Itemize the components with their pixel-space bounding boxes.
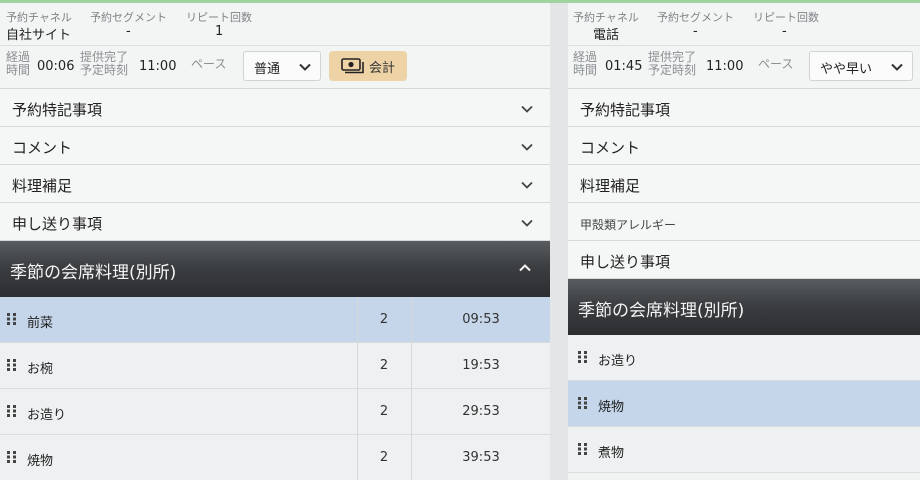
channel-value: 電話 bbox=[593, 28, 620, 43]
chevron-down-icon bbox=[521, 143, 533, 151]
pace-label: ペース bbox=[758, 57, 794, 71]
segment-value: - bbox=[126, 24, 131, 39]
section-title: コメント bbox=[12, 139, 73, 157]
course-item-row[interactable]: お造り 2 29:53 bbox=[0, 389, 550, 435]
item-qty: 2 bbox=[379, 358, 389, 373]
finish-value: 11:00 bbox=[139, 59, 177, 74]
pace-label: ペース bbox=[191, 57, 227, 71]
drag-handle-icon[interactable] bbox=[577, 350, 589, 364]
checkout-label: 会計 bbox=[369, 61, 396, 76]
course-header[interactable]: 季節の会席料理(別所) bbox=[0, 241, 550, 297]
chevron-down-icon bbox=[521, 219, 533, 227]
cash-icon bbox=[341, 58, 364, 74]
chevron-down-icon bbox=[521, 105, 533, 113]
drag-handle-icon[interactable] bbox=[577, 442, 589, 456]
section-title: 料理補足 bbox=[580, 177, 641, 195]
section-title: 料理補足 bbox=[12, 177, 73, 195]
repeat-value: - bbox=[782, 24, 787, 39]
pace-value: 普通 bbox=[254, 62, 281, 77]
repeat-value: 1 bbox=[215, 24, 224, 39]
section-title: コメント bbox=[580, 139, 641, 157]
panel-gutter bbox=[550, 3, 568, 480]
course-item-row[interactable]: 焼物 bbox=[568, 381, 920, 427]
elapsed-value: 01:45 bbox=[605, 59, 643, 74]
section-comment[interactable]: コメント bbox=[0, 127, 550, 165]
section-title: 申し送り事項 bbox=[12, 215, 103, 233]
item-qty: 2 bbox=[379, 404, 389, 419]
channel-label: 予約チャネル bbox=[6, 11, 72, 24]
finish-label-2: 予定時刻 bbox=[648, 63, 697, 77]
time-bar: 経過 時間 00:06 提供完了 予定時刻 11:00 ペース 普通 会計 bbox=[0, 45, 550, 89]
section-title: 申し送り事項 bbox=[580, 253, 671, 271]
section-dish-notes[interactable]: 料理補足 bbox=[568, 165, 920, 203]
segment-value: - bbox=[693, 24, 698, 39]
course-title: 季節の会席料理(別所) bbox=[10, 263, 177, 283]
item-name: 焼物 bbox=[27, 454, 54, 469]
section-reservation-notes[interactable]: 予約特記事項 bbox=[0, 89, 550, 127]
repeat-label: リピート回数 bbox=[186, 11, 252, 24]
section-title: 予約特記事項 bbox=[580, 101, 671, 119]
drag-handle-icon[interactable] bbox=[6, 358, 18, 372]
section-comment[interactable]: コメント bbox=[568, 127, 920, 165]
section-handover[interactable]: 申し送り事項 bbox=[0, 203, 550, 241]
channel-value: 自社サイト bbox=[6, 28, 72, 43]
finish-value: 11:00 bbox=[706, 59, 744, 74]
course-item-row[interactable]: お造り bbox=[568, 335, 920, 381]
chevron-down-icon bbox=[299, 63, 311, 71]
segment-label: 予約セグメント bbox=[657, 11, 734, 24]
course-item-row[interactable]: 焼物 2 39:53 bbox=[0, 435, 550, 480]
allergy-text: 甲殻類アレルギー bbox=[580, 218, 677, 232]
drag-handle-icon[interactable] bbox=[6, 404, 18, 418]
pace-select[interactable]: 普通 bbox=[243, 51, 321, 81]
order-panel-left: 予約チャネル 予約セグメント リピート回数 自社サイト - 1 経過 時間 00… bbox=[0, 3, 550, 480]
elapsed-value: 00:06 bbox=[37, 59, 75, 74]
elapsed-label-2: 時間 bbox=[573, 63, 598, 77]
item-name: お造り bbox=[27, 408, 67, 423]
reservation-meta: 予約チャネル 予約セグメント リピート回数 自社サイト - 1 bbox=[0, 3, 550, 45]
item-name: 焼物 bbox=[598, 400, 625, 415]
drag-handle-icon[interactable] bbox=[577, 396, 589, 410]
item-name: お椀 bbox=[27, 362, 54, 377]
order-panel-right: 予約チャネル 予約セグメント リピート回数 電話 - - 経過 時間 01:45… bbox=[568, 3, 920, 480]
item-qty: 2 bbox=[379, 312, 389, 327]
item-qty: 2 bbox=[379, 450, 389, 465]
chevron-down-icon bbox=[891, 63, 903, 71]
item-time: 09:53 bbox=[462, 312, 500, 327]
chevron-up-icon bbox=[519, 264, 531, 272]
section-handover[interactable]: 申し送り事項 bbox=[568, 241, 920, 279]
item-name: 煮物 bbox=[598, 446, 625, 461]
reservation-meta: 予約チャネル 予約セグメント リピート回数 電話 - - bbox=[568, 3, 920, 45]
checkout-button[interactable]: 会計 bbox=[329, 51, 407, 81]
item-name: お造り bbox=[598, 354, 638, 369]
allergy-note: 甲殻類アレルギー bbox=[568, 203, 920, 241]
time-bar: 経過 時間 01:45 提供完了 予定時刻 11:00 ペース やや早い bbox=[568, 45, 920, 89]
course-item-row[interactable]: お椀 2 19:53 bbox=[0, 343, 550, 389]
drag-handle-icon[interactable] bbox=[6, 450, 18, 464]
section-title: 予約特記事項 bbox=[12, 101, 103, 119]
course-item-row[interactable]: 前菜 2 09:53 bbox=[0, 297, 550, 343]
course-title: 季節の会席料理(別所) bbox=[578, 301, 745, 321]
segment-label: 予約セグメント bbox=[90, 11, 167, 24]
pace-value: やや早い bbox=[820, 62, 873, 77]
course-item-row[interactable]: 煮物 bbox=[568, 427, 920, 473]
pace-select[interactable]: やや早い bbox=[809, 51, 913, 81]
channel-label: 予約チャネル bbox=[573, 11, 639, 24]
chevron-down-icon bbox=[521, 181, 533, 189]
elapsed-label-2: 時間 bbox=[6, 63, 31, 77]
course-header[interactable]: 季節の会席料理(別所) bbox=[568, 279, 920, 335]
item-time: 29:53 bbox=[462, 404, 500, 419]
finish-label-2: 予定時刻 bbox=[80, 63, 129, 77]
repeat-label: リピート回数 bbox=[753, 11, 819, 24]
section-dish-notes[interactable]: 料理補足 bbox=[0, 165, 550, 203]
item-time: 19:53 bbox=[462, 358, 500, 373]
section-reservation-notes[interactable]: 予約特記事項 bbox=[568, 89, 920, 127]
item-time: 39:53 bbox=[462, 450, 500, 465]
item-name: 前菜 bbox=[27, 316, 54, 331]
drag-handle-icon[interactable] bbox=[6, 312, 18, 326]
